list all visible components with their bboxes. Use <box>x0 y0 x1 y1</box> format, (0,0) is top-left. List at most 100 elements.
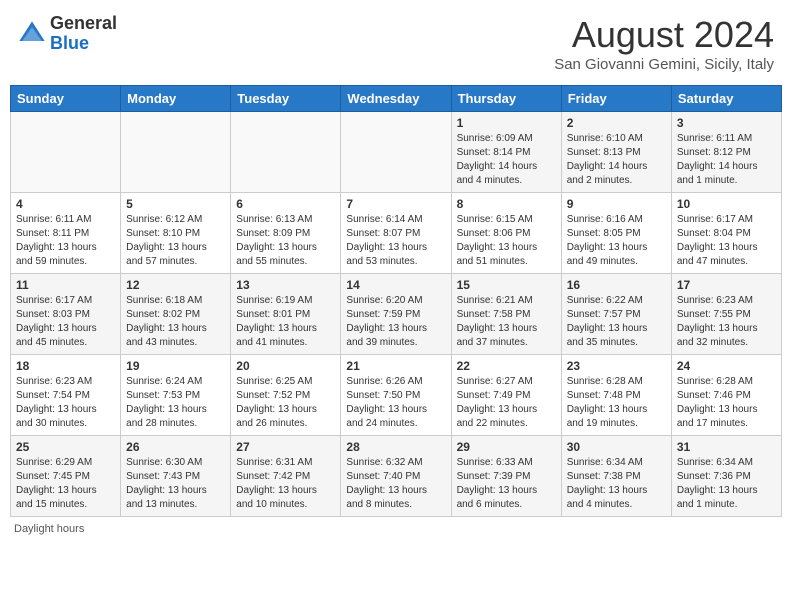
day-info: Sunrise: 6:34 AM Sunset: 7:38 PM Dayligh… <box>567 456 666 512</box>
week-row-5: 25 Sunrise: 6:29 AM Sunset: 7:45 PM Dayli… <box>11 436 782 517</box>
day-number: 10 <box>677 197 776 211</box>
day-info: Sunrise: 6:24 AM Sunset: 7:53 PM Dayligh… <box>126 375 225 431</box>
day-cell: 6Sunrise: 6:13 AM Sunset: 8:09 PM Daylig… <box>231 193 341 274</box>
day-info: Sunrise: 6:11 AM Sunset: 8:12 PM Dayligh… <box>677 132 776 188</box>
day-cell: 16 Sunrise: 6:22 AM Sunset: 7:57 PM Dayli… <box>561 274 671 355</box>
day-number: 17 <box>677 278 776 292</box>
day-info: Sunrise: 6:23 AM Sunset: 7:55 PM Dayligh… <box>677 294 776 350</box>
day-cell: 27Sunrise: 6:31 AM Sunset: 7:42 PM Dayli… <box>231 436 341 517</box>
day-number: 19 <box>126 359 225 373</box>
day-info: Sunrise: 6:14 AM Sunset: 8:07 PM Dayligh… <box>346 213 445 269</box>
calendar-table: SundayMondayTuesdayWednesdayThursdayFrid… <box>10 85 782 517</box>
column-header-tuesday: Tuesday <box>231 86 341 112</box>
day-cell: 7 Sunrise: 6:14 AM Sunset: 8:07 PM Daylig… <box>341 193 451 274</box>
day-number: 31 <box>677 440 776 454</box>
day-cell: 15Sunrise: 6:21 AM Sunset: 7:58 PM Dayli… <box>451 274 561 355</box>
day-cell: 4 Sunrise: 6:11 AM Sunset: 8:11 PM Daylig… <box>11 193 121 274</box>
column-header-friday: Friday <box>561 86 671 112</box>
day-number: 22 <box>457 359 556 373</box>
logo-icon <box>18 20 46 48</box>
day-number: 27 <box>236 440 335 454</box>
day-cell: 3 Sunrise: 6:11 AM Sunset: 8:12 PM Daylig… <box>671 112 781 193</box>
day-number: 12 <box>126 278 225 292</box>
day-number: 24 <box>677 359 776 373</box>
column-header-thursday: Thursday <box>451 86 561 112</box>
day-cell: 11 Sunrise: 6:17 AM Sunset: 8:03 PM Dayli… <box>11 274 121 355</box>
main-title: August 2024 <box>554 14 774 56</box>
day-info: Sunrise: 6:15 AM Sunset: 8:06 PM Dayligh… <box>457 213 556 269</box>
day-cell <box>121 112 231 193</box>
column-header-wednesday: Wednesday <box>341 86 451 112</box>
day-cell: 20 Sunrise: 6:25 AM Sunset: 7:52 PM Dayli… <box>231 355 341 436</box>
day-number: 20 <box>236 359 335 373</box>
calendar-header: SundayMondayTuesdayWednesdayThursdayFrid… <box>11 86 782 112</box>
day-cell: 1 Sunrise: 6:09 AM Sunset: 8:14 PM Daylig… <box>451 112 561 193</box>
day-info: Sunrise: 6:28 AM Sunset: 7:48 PM Dayligh… <box>567 375 666 431</box>
week-row-2: 4 Sunrise: 6:11 AM Sunset: 8:11 PM Daylig… <box>11 193 782 274</box>
week-row-4: 18 Sunrise: 6:23 AM Sunset: 7:54 PM Dayli… <box>11 355 782 436</box>
day-cell: 2Sunrise: 6:10 AM Sunset: 8:13 PM Daylig… <box>561 112 671 193</box>
day-number: 9 <box>567 197 666 211</box>
calendar-body: 1 Sunrise: 6:09 AM Sunset: 8:14 PM Daylig… <box>11 112 782 517</box>
day-info: Sunrise: 6:17 AM Sunset: 8:03 PM Dayligh… <box>16 294 115 350</box>
day-number: 30 <box>567 440 666 454</box>
day-number: 1 <box>457 116 556 130</box>
day-cell: 24Sunrise: 6:28 AM Sunset: 7:46 PM Dayli… <box>671 355 781 436</box>
day-number: 11 <box>16 278 115 292</box>
day-info: Sunrise: 6:34 AM Sunset: 7:36 PM Dayligh… <box>677 456 776 512</box>
day-info: Sunrise: 6:18 AM Sunset: 8:02 PM Dayligh… <box>126 294 225 350</box>
day-number: 7 <box>346 197 445 211</box>
day-cell: 10 Sunrise: 6:17 AM Sunset: 8:04 PM Dayli… <box>671 193 781 274</box>
day-info: Sunrise: 6:09 AM Sunset: 8:14 PM Dayligh… <box>457 132 556 188</box>
page-header: General Blue August 2024 San Giovanni Ge… <box>10 10 782 77</box>
day-number: 25 <box>16 440 115 454</box>
logo: General Blue <box>18 14 117 54</box>
day-info: Sunrise: 6:23 AM Sunset: 7:54 PM Dayligh… <box>16 375 115 431</box>
day-cell: 26 Sunrise: 6:30 AM Sunset: 7:43 PM Dayli… <box>121 436 231 517</box>
day-number: 4 <box>16 197 115 211</box>
day-number: 14 <box>346 278 445 292</box>
day-cell: 18 Sunrise: 6:23 AM Sunset: 7:54 PM Dayli… <box>11 355 121 436</box>
day-info: Sunrise: 6:33 AM Sunset: 7:39 PM Dayligh… <box>457 456 556 512</box>
day-number: 16 <box>567 278 666 292</box>
day-cell: 13 Sunrise: 6:19 AM Sunset: 8:01 PM Dayli… <box>231 274 341 355</box>
day-cell: 31 Sunrise: 6:34 AM Sunset: 7:36 PM Dayli… <box>671 436 781 517</box>
day-number: 23 <box>567 359 666 373</box>
day-cell: 22Sunrise: 6:27 AM Sunset: 7:49 PM Dayli… <box>451 355 561 436</box>
day-cell <box>231 112 341 193</box>
day-number: 26 <box>126 440 225 454</box>
day-number: 3 <box>677 116 776 130</box>
day-info: Sunrise: 6:19 AM Sunset: 8:01 PM Dayligh… <box>236 294 335 350</box>
day-cell: 23 Sunrise: 6:28 AM Sunset: 7:48 PM Dayli… <box>561 355 671 436</box>
subtitle: San Giovanni Gemini, Sicily, Italy <box>554 56 774 73</box>
logo-general-text: General <box>50 14 117 34</box>
header-row: SundayMondayTuesdayWednesdayThursdayFrid… <box>11 86 782 112</box>
day-info: Sunrise: 6:30 AM Sunset: 7:43 PM Dayligh… <box>126 456 225 512</box>
day-info: Sunrise: 6:17 AM Sunset: 8:04 PM Dayligh… <box>677 213 776 269</box>
day-info: Sunrise: 6:10 AM Sunset: 8:13 PM Dayligh… <box>567 132 666 188</box>
day-cell: 29Sunrise: 6:33 AM Sunset: 7:39 PM Dayli… <box>451 436 561 517</box>
week-row-1: 1 Sunrise: 6:09 AM Sunset: 8:14 PM Daylig… <box>11 112 782 193</box>
day-info: Sunrise: 6:22 AM Sunset: 7:57 PM Dayligh… <box>567 294 666 350</box>
day-info: Sunrise: 6:13 AM Sunset: 8:09 PM Dayligh… <box>236 213 335 269</box>
week-row-3: 11 Sunrise: 6:17 AM Sunset: 8:03 PM Dayli… <box>11 274 782 355</box>
column-header-monday: Monday <box>121 86 231 112</box>
day-number: 21 <box>346 359 445 373</box>
day-cell: 25 Sunrise: 6:29 AM Sunset: 7:45 PM Dayli… <box>11 436 121 517</box>
day-number: 28 <box>346 440 445 454</box>
day-cell <box>11 112 121 193</box>
day-cell: 5Sunrise: 6:12 AM Sunset: 8:10 PM Daylig… <box>121 193 231 274</box>
footer-note: Daylight hours <box>10 523 782 535</box>
day-cell <box>341 112 451 193</box>
day-number: 18 <box>16 359 115 373</box>
logo-text: General Blue <box>50 14 117 54</box>
day-info: Sunrise: 6:11 AM Sunset: 8:11 PM Dayligh… <box>16 213 115 269</box>
day-cell: 12 Sunrise: 6:18 AM Sunset: 8:02 PM Dayli… <box>121 274 231 355</box>
day-info: Sunrise: 6:32 AM Sunset: 7:40 PM Dayligh… <box>346 456 445 512</box>
day-cell: 9Sunrise: 6:16 AM Sunset: 8:05 PM Daylig… <box>561 193 671 274</box>
day-info: Sunrise: 6:25 AM Sunset: 7:52 PM Dayligh… <box>236 375 335 431</box>
day-number: 13 <box>236 278 335 292</box>
day-number: 8 <box>457 197 556 211</box>
day-info: Sunrise: 6:12 AM Sunset: 8:10 PM Dayligh… <box>126 213 225 269</box>
day-info: Sunrise: 6:29 AM Sunset: 7:45 PM Dayligh… <box>16 456 115 512</box>
